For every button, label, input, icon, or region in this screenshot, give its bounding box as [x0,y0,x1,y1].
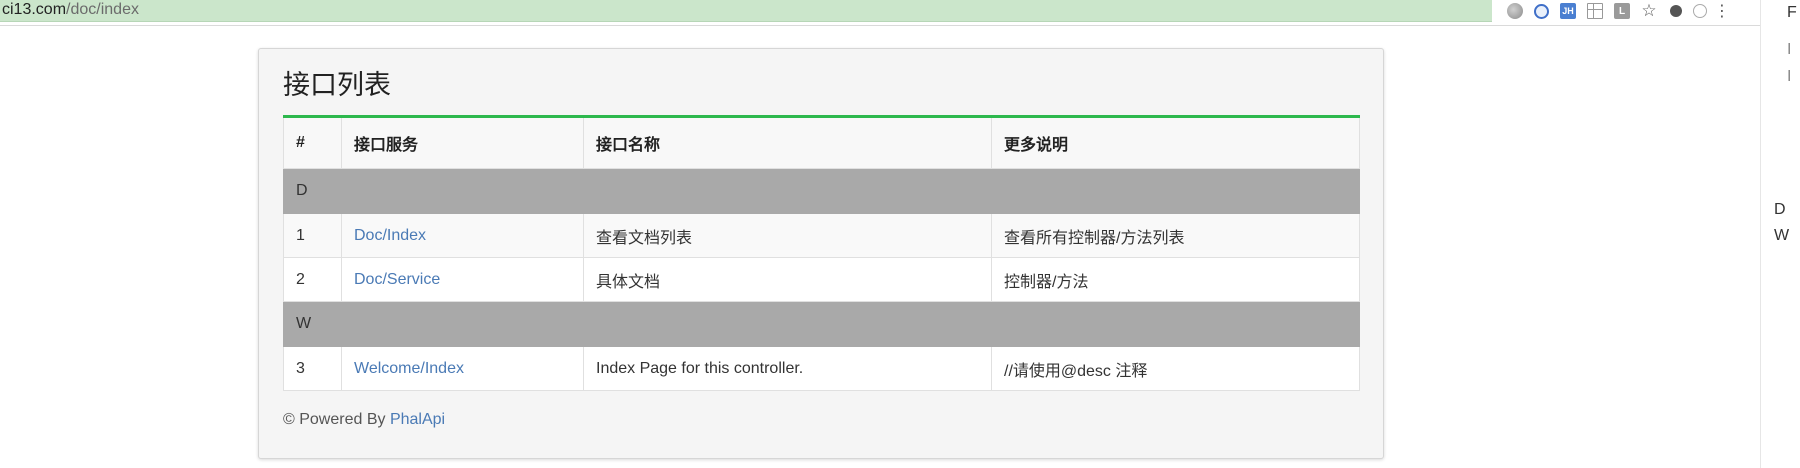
group-row-d: D [283,168,1360,214]
header-desc: 更多说明 [991,116,1360,169]
row-name: 具体文档 [583,257,992,302]
row-name: 查看文档列表 [583,213,992,258]
service-link[interactable]: Welcome/Index [354,360,464,377]
row-desc: 控制器/方法 [991,257,1360,302]
address-bar[interactable]: ci13.com/doc/index [0,0,1492,22]
l-extension-icon[interactable]: L [1614,3,1630,19]
group-letter: D [283,168,1360,214]
row-num: 3 [283,346,342,391]
group-letter: W [283,301,1360,347]
sync-icon[interactable] [1534,3,1549,19]
row-desc: //请使用@desc 注释 [991,346,1360,391]
header-name: 接口名称 [583,116,992,169]
table-header-row: # 接口服务 接口名称 更多说明 [283,116,1360,169]
footer-prefix: © Powered By [283,411,390,428]
table-row: 2 Doc/Service 具体文档 控制器/方法 [283,257,1360,302]
table-row: 3 Welcome/Index Index Page for this cont… [283,346,1360,391]
header-num: # [283,116,342,169]
page-title: 接口列表 [283,70,391,101]
jh-extension-icon[interactable]: JH [1560,3,1576,19]
browser-menu-icon[interactable]: ⋮ [1714,3,1730,20]
row-num: 2 [283,257,342,302]
edge-mark-2: I [1787,68,1792,85]
header-service: 接口服务 [341,116,584,169]
bookmark-star-icon[interactable]: ☆ [1641,1,1657,20]
reader-icon[interactable] [1587,3,1603,19]
row-service-cell: Doc/Service [341,257,584,302]
edge-text-top: F [1787,4,1797,21]
footer: © Powered By PhalApi [283,411,445,429]
side-panel-edge: F I I D W [1760,0,1800,468]
table-row: 1 Doc/Index 查看文档列表 查看所有控制器/方法列表 [283,213,1360,258]
service-link[interactable]: Doc/Index [354,227,426,244]
url-host: ci13.com [2,1,67,18]
row-num: 1 [283,213,342,258]
phalapi-link[interactable]: PhalApi [390,411,445,428]
url-path: /doc/index [66,1,139,18]
row-service-cell: Doc/Index [341,213,584,258]
globe-icon[interactable] [1507,3,1523,19]
dark-circle-icon[interactable] [1670,5,1682,17]
edge-text-w[interactable]: W [1774,227,1789,245]
service-link[interactable]: Doc/Service [354,271,440,288]
api-table: # 接口服务 接口名称 更多说明 D 1 Doc/Index 查看文档列表 查看… [283,115,1360,391]
api-list-panel: 接口列表 # 接口服务 接口名称 更多说明 D 1 Doc/Index 查看文档… [258,48,1384,459]
group-row-w: W [283,301,1360,347]
edge-text-d[interactable]: D [1774,201,1786,219]
ring-icon[interactable] [1693,4,1707,18]
row-service-cell: Welcome/Index [341,346,584,391]
extension-icons: JH L ☆ ⋮ [1496,0,1730,22]
row-desc: 查看所有控制器/方法列表 [991,213,1360,258]
row-name: Index Page for this controller. [583,346,992,391]
edge-mark-1: I [1787,41,1792,58]
browser-toolbar: ci13.com/doc/index JH L ☆ ⋮ [0,0,1800,26]
